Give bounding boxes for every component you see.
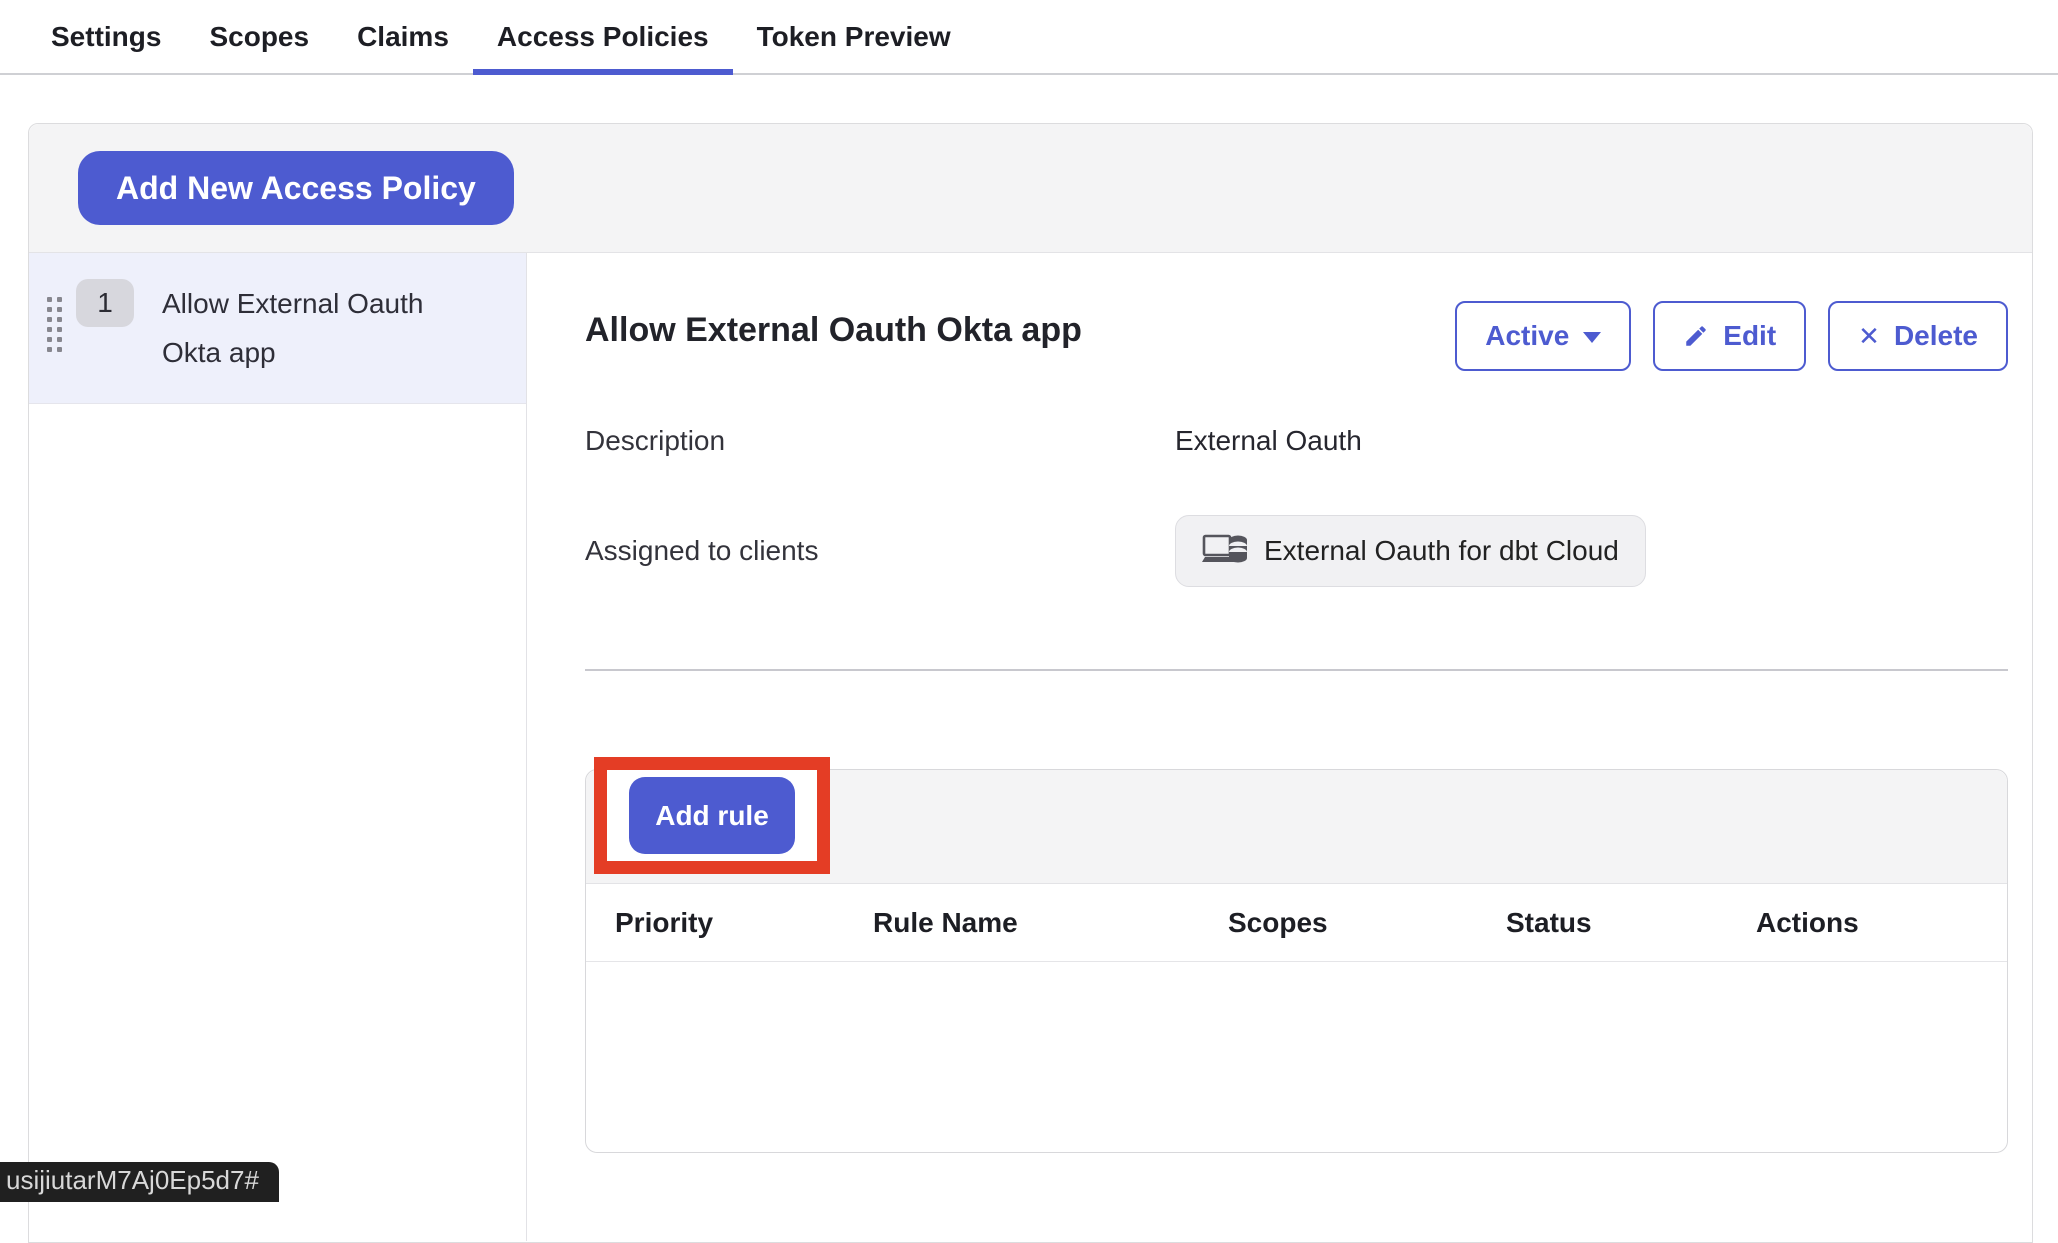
assigned-clients-label: Assigned to clients [585,535,1175,567]
access-policies-panel: Add New Access Policy 1 Allow External O… [28,123,2033,1243]
status-dropdown-button[interactable]: Active [1455,301,1631,371]
col-status: Status [1506,907,1756,939]
policy-list-item[interactable]: 1 Allow External Oauth Okta app [29,253,526,404]
policy-title-row: Allow External Oauth Okta app Active Edi… [585,301,2008,371]
section-divider [585,669,2008,671]
tab-access-policies[interactable]: Access Policies [473,0,733,73]
pencil-icon [1683,323,1709,349]
tab-scopes[interactable]: Scopes [185,0,333,73]
panel-header: Add New Access Policy [29,124,2032,253]
add-rule-button[interactable]: Add rule [629,777,795,854]
rules-card: Add rule Priority Rule Name Scopes Statu… [585,769,2008,1153]
description-value: External Oauth [1175,425,1362,457]
policy-title: Allow External Oauth Okta app [585,311,1082,350]
assigned-client-chip: External Oauth for dbt Cloud [1175,515,1646,587]
description-label: Description [585,425,1175,457]
delete-button-label: Delete [1894,320,1978,352]
edit-button-label: Edit [1723,320,1776,352]
tab-bar: Settings Scopes Claims Access Policies T… [0,0,2058,75]
assigned-clients-row: Assigned to clients [585,515,2008,587]
tab-settings[interactable]: Settings [27,0,185,73]
policy-item-label: Allow External Oauth Okta app [162,279,452,377]
description-row: Description External Oauth [585,425,2008,457]
policy-list-sidebar: 1 Allow External Oauth Okta app [29,253,527,1241]
policy-actions: Active Edit ✕ Delete [1455,301,2008,371]
col-priority: Priority [615,907,873,939]
chevron-down-icon [1583,332,1601,343]
tab-token-preview[interactable]: Token Preview [733,0,975,73]
drag-handle-icon[interactable] [47,297,62,352]
add-new-access-policy-button[interactable]: Add New Access Policy [78,151,514,225]
policy-detail: Allow External Oauth Okta app Active Edi… [527,253,2032,1241]
col-rule-name: Rule Name [873,907,1228,939]
edit-button[interactable]: Edit [1653,301,1806,371]
delete-button[interactable]: ✕ Delete [1828,301,2008,371]
rules-card-header: Add rule [586,770,2007,884]
rules-table-header: Priority Rule Name Scopes Status Actions [586,884,2007,962]
status-bar-url-tooltip: usijiutarM7Aj0Ep5d7# [0,1162,279,1202]
col-scopes: Scopes [1228,907,1506,939]
client-app-icon [1202,533,1248,569]
policy-priority-badge: 1 [76,279,134,327]
panel-body: 1 Allow External Oauth Okta app Allow Ex… [29,253,2032,1241]
tab-claims[interactable]: Claims [333,0,473,73]
rules-table-empty-body [586,962,2007,1152]
close-icon: ✕ [1858,323,1880,349]
assigned-client-name: External Oauth for dbt Cloud [1264,535,1619,567]
red-highlight-annotation: Add rule [594,757,830,874]
status-dropdown-label: Active [1485,320,1569,352]
col-actions: Actions [1756,907,2007,939]
